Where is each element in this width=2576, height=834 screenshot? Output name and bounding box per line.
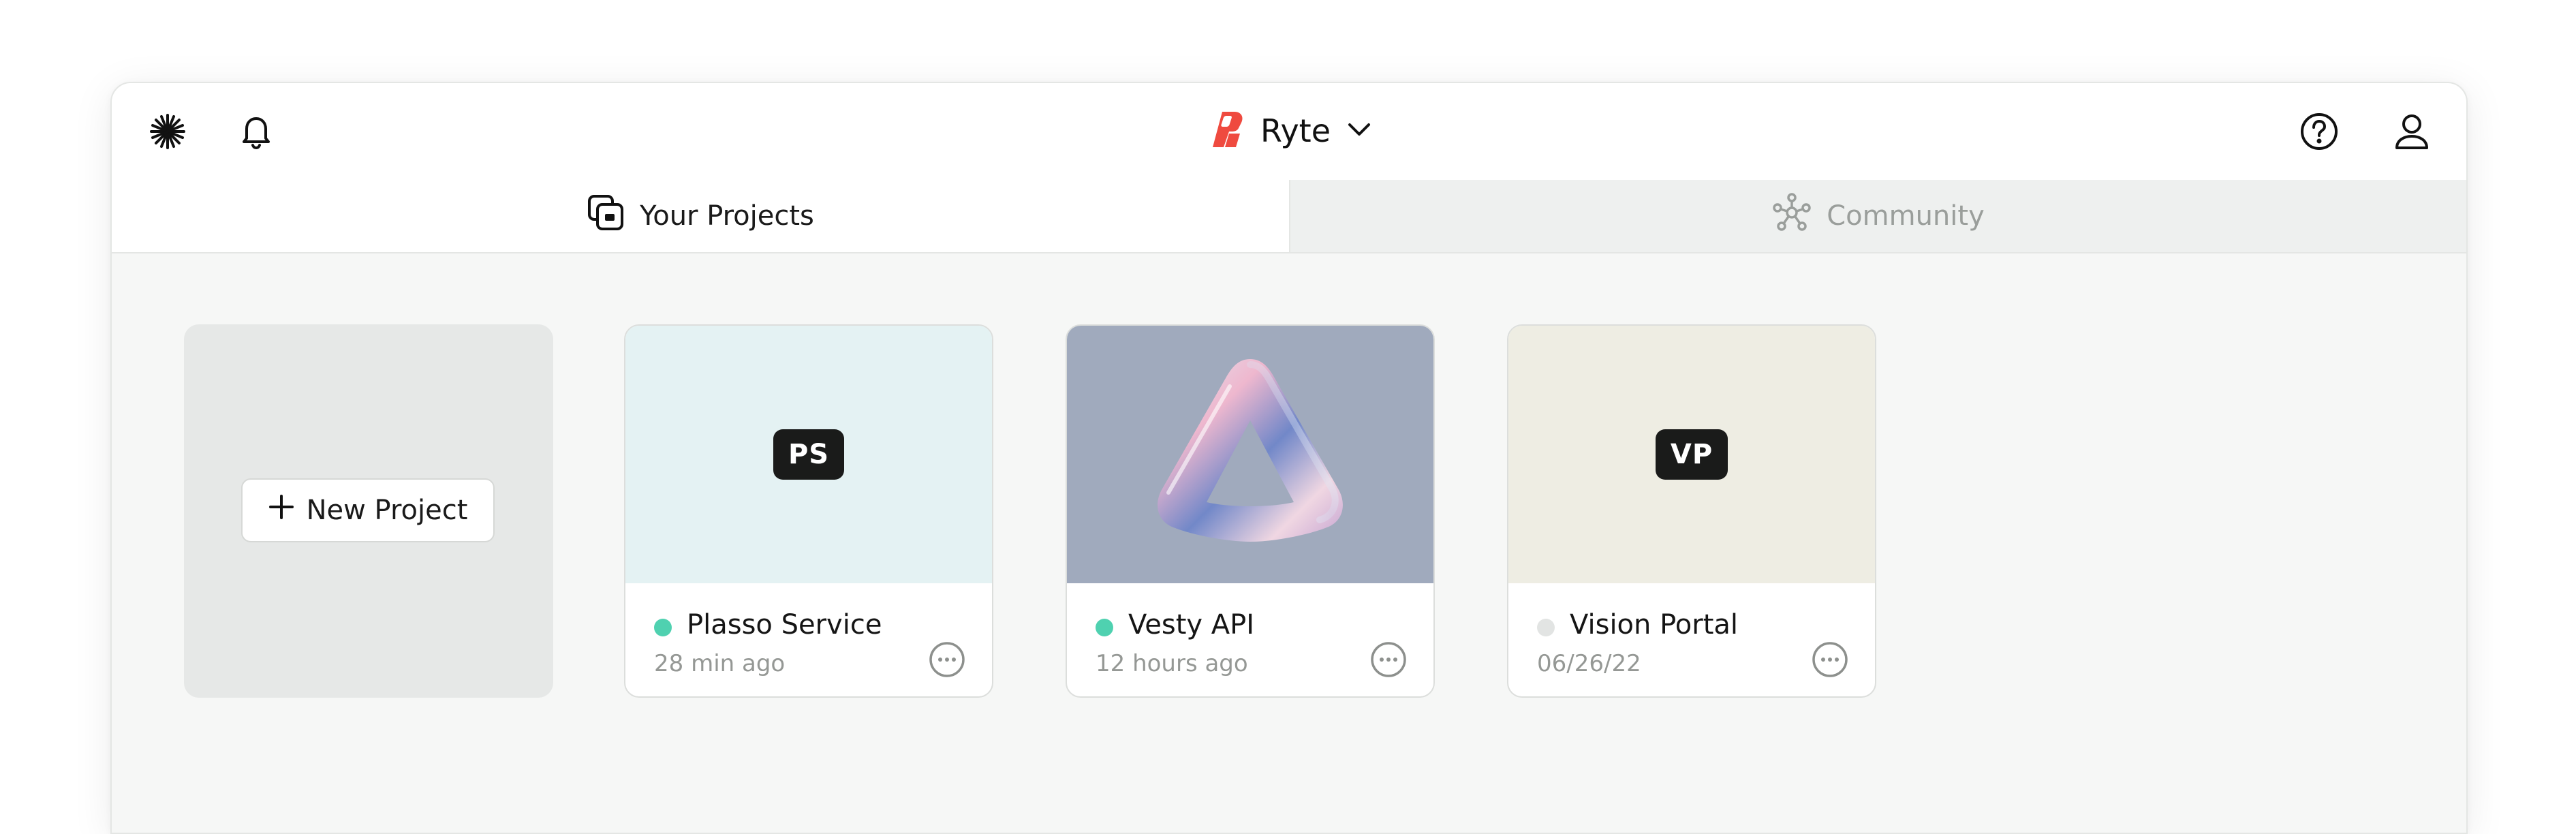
user-icon[interactable] [2385, 104, 2439, 159]
new-project-button[interactable]: New Project [241, 478, 495, 542]
project-card-vesty-api[interactable]: Vesty API 12 hours ago [1066, 324, 1435, 698]
project-info: Vision Portal 06/26/22 [1508, 583, 1875, 696]
project-updated-time: 12 hours ago [1096, 650, 1248, 677]
app-window: Ryte Your Projects Community New Project… [110, 82, 2468, 834]
community-icon [1772, 193, 1827, 239]
top-bar: Ryte [112, 83, 2466, 181]
tab-label: Community [1827, 200, 1985, 232]
new-project-label: New Project [306, 495, 468, 526]
project-thumbnail: VP [1508, 326, 1875, 583]
more-options-icon[interactable] [1369, 640, 1408, 679]
status-dot [1096, 619, 1113, 636]
tab-label: Your Projects [640, 200, 814, 232]
tab-your-projects[interactable]: Your Projects [112, 180, 1289, 252]
tab-community[interactable]: Community [1289, 180, 2466, 252]
project-initials: VP [1655, 429, 1728, 480]
project-info: Vesty API 12 hours ago [1067, 583, 1433, 696]
project-name: Plasso Service [687, 609, 882, 640]
workspace-switcher[interactable]: Ryte [1209, 98, 1373, 164]
project-thumbnail [1067, 326, 1433, 583]
sparkle-icon[interactable] [140, 104, 195, 159]
project-card-plasso-service[interactable]: PS Plasso Service 28 min ago [624, 324, 993, 698]
project-updated-time: 06/26/22 [1537, 650, 1641, 677]
projects-icon [587, 194, 640, 238]
plus-icon [268, 494, 307, 527]
project-thumbnail: PS [625, 326, 992, 583]
brand-name: Ryte [1260, 112, 1331, 149]
help-icon[interactable] [2292, 104, 2346, 159]
project-name: Vesty API [1128, 609, 1255, 640]
new-project-card: New Project [184, 324, 553, 698]
chevron-down-icon [1346, 116, 1373, 146]
project-name: Vision Portal [1570, 609, 1739, 640]
project-updated-time: 28 min ago [654, 650, 786, 677]
project-info: Plasso Service 28 min ago [625, 583, 992, 696]
bell-icon[interactable] [229, 104, 283, 159]
project-card-vision-portal[interactable]: VP Vision Portal 06/26/22 [1507, 324, 1876, 698]
status-dot [1537, 619, 1555, 636]
glass-triangle-image [1141, 344, 1359, 565]
more-options-icon[interactable] [928, 640, 966, 679]
more-options-icon[interactable] [1811, 640, 1849, 679]
ryte-logo-icon [1209, 109, 1247, 153]
tab-bar: Your Projects Community [112, 180, 2466, 253]
status-dot [654, 619, 672, 636]
project-initials: PS [773, 429, 845, 480]
